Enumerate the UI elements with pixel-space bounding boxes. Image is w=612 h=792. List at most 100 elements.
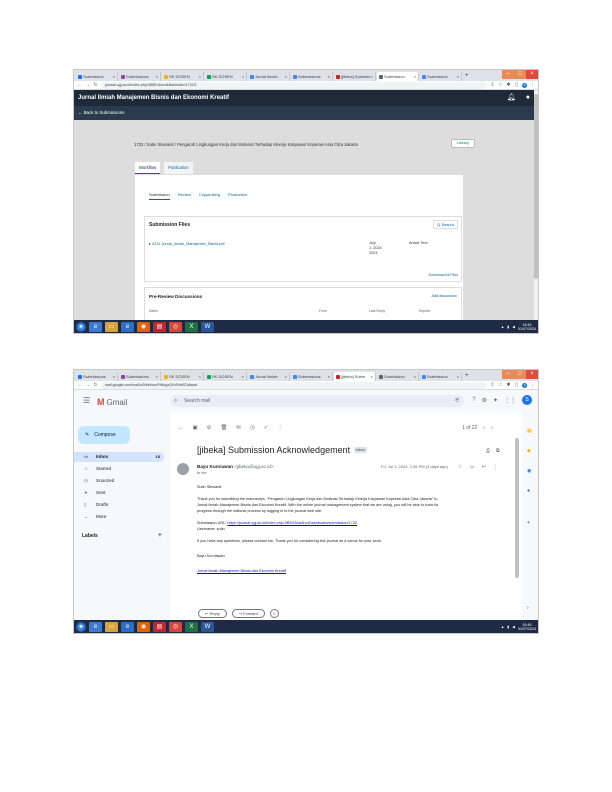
network-icon[interactable]: ▮ — [507, 625, 509, 629]
clock[interactable]: 16:45 01/07/2024 — [518, 623, 536, 631]
tasks-icon[interactable]: ◉ — [527, 468, 531, 474]
tab-production-stage[interactable]: Production — [228, 192, 247, 200]
add-discussion-link[interactable]: Add discussion — [431, 294, 457, 298]
ie-icon[interactable]: e — [89, 321, 102, 332]
firefox-icon[interactable]: ◉ — [137, 621, 150, 632]
excel-icon[interactable]: X — [185, 621, 198, 632]
extensions-icon[interactable]: ✱ — [506, 82, 511, 88]
browser-tab[interactable]: Submission × — [377, 372, 419, 381]
browser-tab[interactable]: SK DOSEN × — [162, 372, 204, 381]
clock[interactable]: 16:45 01/07/2024 — [518, 323, 536, 331]
search-options-icon[interactable]: ⚟ — [455, 395, 460, 407]
maximize-icon[interactable]: □ — [514, 370, 526, 379]
add-label-icon[interactable]: + — [158, 532, 162, 539]
tray-arrow-icon[interactable]: ▲ — [501, 625, 505, 629]
close-icon[interactable]: × — [285, 372, 287, 381]
browser-tab[interactable]: Jurnal Ilmiah × — [248, 72, 290, 81]
browser-tab-active[interactable]: [jibeka] Subm × — [334, 372, 376, 381]
reload-icon[interactable]: ↻ — [93, 82, 98, 88]
submission-url-link[interactable]: https://journal.ugj.ac.id/index.php/JIBE… — [227, 521, 357, 525]
extensions-icon[interactable]: ✱ — [506, 382, 511, 388]
notification-bell-icon[interactable]: 🔔︎ — [507, 90, 516, 106]
close-icon[interactable]: × — [242, 72, 244, 81]
browser-tab[interactable]: Jurnal Ilmiah × — [248, 372, 290, 381]
bookmark-star-icon[interactable]: ☆ — [498, 82, 503, 88]
close-icon[interactable]: × — [199, 72, 201, 81]
forward-button[interactable]: ↪ Forward — [231, 609, 265, 618]
search-files-button[interactable]: Q Search — [433, 220, 458, 229]
sidebar-item-more[interactable]: ⌄ More — [74, 512, 164, 522]
more-options-icon[interactable]: ⋮ — [493, 464, 498, 470]
print-icon[interactable]: ⎙ — [486, 448, 490, 454]
reload-icon[interactable]: ↻ — [93, 382, 98, 388]
close-icon[interactable]: × — [414, 72, 416, 81]
star-icon[interactable]: ☆ — [458, 464, 462, 470]
share-icon[interactable]: ⇪ — [490, 382, 495, 388]
browser-tab[interactable]: Submission × — [420, 372, 462, 381]
browser-tab[interactable]: Submission × — [76, 72, 118, 81]
side-panel-icon[interactable]: ▯ — [514, 82, 519, 88]
tab-copyediting-stage[interactable]: Copyediting — [199, 192, 220, 200]
browser-tab-active[interactable]: Submission × — [377, 72, 419, 81]
close-icon[interactable]: × — [328, 72, 330, 81]
close-icon[interactable]: × — [414, 372, 416, 381]
sidebar-item-sent[interactable]: ➤ Sent — [74, 488, 164, 498]
report-spam-icon[interactable]: ⊘ — [207, 425, 212, 431]
word-icon[interactable]: W — [201, 621, 214, 632]
bookmark-star-icon[interactable]: ☆ — [498, 382, 503, 388]
page-scrollbar-thumb[interactable] — [534, 94, 538, 279]
close-icon[interactable]: × — [156, 72, 158, 81]
pdf-icon[interactable]: ▤ — [153, 621, 166, 632]
settings-gear-icon[interactable]: ⚙ — [482, 397, 487, 404]
more-actions-icon[interactable]: ⋮ — [277, 425, 283, 431]
profile-avatar[interactable]: S — [522, 82, 527, 88]
snooze-icon[interactable]: ◷ — [250, 425, 255, 431]
browser-icon[interactable]: e — [121, 321, 134, 332]
more-menu-icon[interactable]: ⋮ — [530, 382, 535, 388]
browser-tab[interactable]: Submissions × — [291, 72, 333, 81]
expand-side-panel-icon[interactable]: › — [527, 605, 529, 611]
volume-icon[interactable]: ◀︎ — [512, 625, 515, 629]
hamburger-menu-icon[interactable]: ☰ — [83, 396, 90, 405]
url-field[interactable]: mail.google.com/mail/u/0/#inbox/FMfcgzQV… — [101, 381, 487, 389]
browser-tab[interactable]: SK DOSEN × — [205, 372, 247, 381]
pdf-icon[interactable]: ▤ — [153, 321, 166, 332]
word-icon[interactable]: W — [201, 321, 214, 332]
browser-tab[interactable]: Submission × — [420, 72, 462, 81]
back-to-inbox-icon[interactable]: ← — [178, 425, 184, 431]
window-close-icon[interactable]: × — [526, 70, 538, 79]
compose-button[interactable]: ✎ Compose — [78, 426, 130, 444]
folder-icon[interactable]: ▭ — [105, 621, 118, 632]
close-icon[interactable]: × — [199, 372, 201, 381]
start-button-icon[interactable]: ❖ — [76, 321, 86, 332]
apps-grid-icon[interactable]: ⋮⋮ — [504, 397, 516, 404]
next-page-icon[interactable]: › — [491, 425, 493, 431]
browser-tab[interactable]: SK DOSEN × — [205, 72, 247, 81]
tray-arrow-icon[interactable]: ▲ — [501, 325, 505, 329]
support-icon[interactable]: ? — [472, 397, 475, 403]
window-close-icon[interactable]: × — [526, 370, 538, 379]
search-input[interactable]: ⌕ Search mail ⚟ — [170, 395, 464, 407]
library-button[interactable]: Library — [451, 139, 475, 148]
minimize-icon[interactable]: – — [502, 70, 514, 79]
message-scrollbar[interactable] — [515, 438, 519, 578]
open-new-window-icon[interactable]: ⧉ — [496, 448, 500, 454]
browser-tab[interactable]: Submissions × — [119, 72, 161, 81]
archive-icon[interactable]: ▣ — [193, 425, 198, 431]
tab-submission-stage[interactable]: Submission — [149, 192, 170, 200]
forward-arrow-icon[interactable]: → — [85, 382, 90, 388]
close-icon[interactable]: × — [113, 372, 115, 381]
chrome-icon[interactable]: ◎ — [169, 321, 182, 332]
delete-icon[interactable]: 🗑︎ — [220, 425, 227, 431]
back-arrow-icon[interactable]: ← — [77, 82, 82, 88]
folder-icon[interactable]: ▭ — [105, 321, 118, 332]
keep-icon[interactable]: ◆ — [527, 448, 531, 454]
gemini-icon[interactable]: ✦ — [493, 397, 498, 404]
close-icon[interactable]: × — [156, 372, 158, 381]
minimize-icon[interactable]: – — [502, 370, 514, 379]
volume-icon[interactable]: ◀︎ — [512, 325, 515, 329]
close-icon[interactable]: × — [457, 72, 459, 81]
new-tab-icon[interactable]: + — [463, 72, 471, 81]
browser-tab[interactable]: Submissions × — [119, 372, 161, 381]
inbox-label-chip[interactable]: Inbox — [354, 447, 367, 453]
